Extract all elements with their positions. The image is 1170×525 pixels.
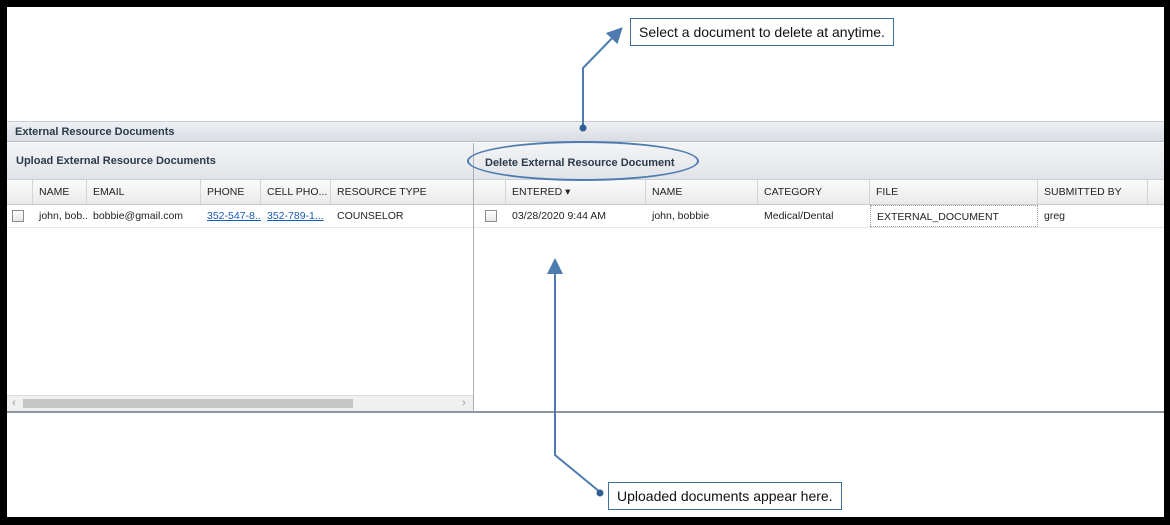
callout-bottom: Uploaded documents appear here. [608,482,842,510]
bottom-arrow-line [547,258,601,493]
bottom-arrow-dot [596,489,604,497]
top-arrow-line [582,27,623,128]
top-arrow-dot [579,124,587,132]
annotation-arrows [547,27,623,497]
callout-top: Select a document to delete at anytime. [630,18,894,46]
